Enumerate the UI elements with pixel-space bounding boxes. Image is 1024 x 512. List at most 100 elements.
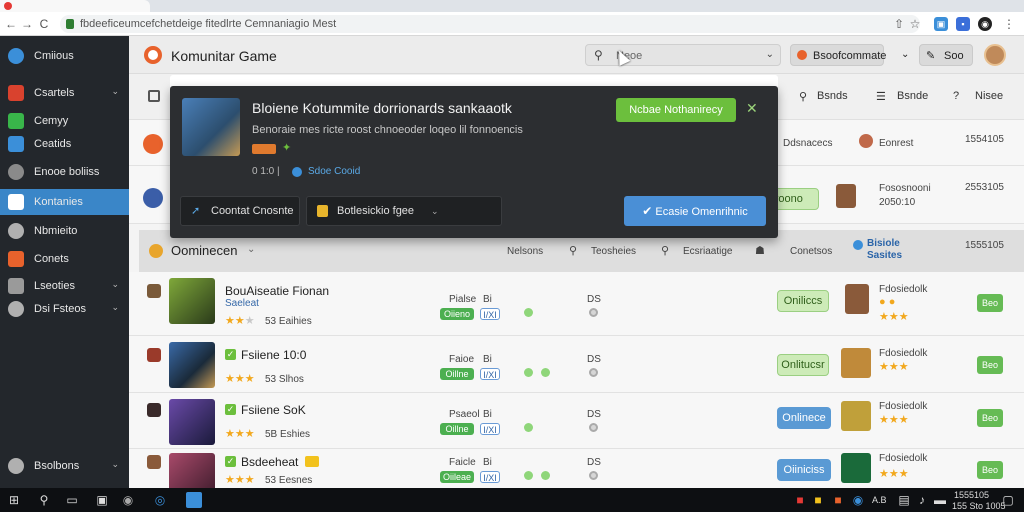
search-icon[interactable]: ⚲ xyxy=(36,492,52,508)
task-view-icon[interactable]: ▭ xyxy=(64,492,80,508)
profile-icon[interactable]: ◉ xyxy=(978,17,992,31)
filter-button[interactable]: Botlesickio fgee ⌄ xyxy=(306,196,502,226)
radio-icon[interactable] xyxy=(589,423,598,432)
volume-icon[interactable]: ♪ xyxy=(914,492,930,508)
star-rating: ★★★ xyxy=(225,315,255,327)
sidebar-item-details[interactable]: Ceatids xyxy=(0,131,129,157)
toolbar-item[interactable]: Nisee xyxy=(975,90,1003,102)
sidebar-item-members[interactable]: Nbmieito xyxy=(0,218,129,244)
chevron-down-icon: ⌄ xyxy=(111,302,119,312)
share-icon[interactable]: ⇧ xyxy=(892,17,906,31)
column-header[interactable]: Nelsons xyxy=(507,246,543,257)
chevron-down-icon[interactable]: ⌄ xyxy=(766,49,774,60)
action-button[interactable]: Beo xyxy=(977,294,1003,312)
sidebar-item-charts[interactable]: Csartels ⌄ xyxy=(0,80,129,106)
table-row[interactable]: ✓ Fsiiene SoK ★★★ 5B Eshies Psaeol Bi Oi… xyxy=(129,393,1024,449)
battery-icon[interactable]: ▬ xyxy=(932,492,948,508)
tray-icon[interactable]: ■ xyxy=(830,492,846,508)
game-thumbnail[interactable] xyxy=(169,342,215,388)
primary-header-button[interactable]: Bsoofcommate xyxy=(790,44,886,66)
avatar xyxy=(143,134,163,154)
start-windows-icon[interactable]: ⊞ xyxy=(6,492,22,508)
confirm-button[interactable]: ✔ Ecasie Omenrihnic xyxy=(624,196,766,226)
radio-icon[interactable] xyxy=(589,471,598,480)
clock-date[interactable]: 155 Sto 1005 xyxy=(952,501,1006,511)
sidebar-item-features[interactable]: Dsi Fsteos ⌄ xyxy=(0,296,129,322)
contact-button[interactable]: ➚ Coontat Cnosnte xyxy=(180,196,300,226)
network-icon[interactable]: ▤ xyxy=(896,492,912,508)
chat-icon xyxy=(8,164,24,180)
game-thumbnail[interactable] xyxy=(169,278,215,324)
tray-icon[interactable]: ◉ xyxy=(850,492,866,508)
sidebar-item-label: Nbmieito xyxy=(34,225,78,237)
search-tool-icon[interactable]: ⚲ xyxy=(799,90,807,103)
online-button[interactable]: Onlinece xyxy=(777,407,831,429)
url-text: fbdeeficeumcefchetdeige fitedlrte Cemnan… xyxy=(80,18,337,30)
tray-icon[interactable]: ■ xyxy=(792,492,808,508)
search-icon[interactable]: ⚲ xyxy=(569,244,577,257)
game-title[interactable]: Fsiiene 10:0 xyxy=(241,348,306,362)
avatar[interactable] xyxy=(984,44,1006,66)
column-header[interactable]: Bisiole Sasites xyxy=(867,238,915,262)
sidebar-item-contacts[interactable]: Kontanies xyxy=(0,189,129,215)
browser-tab[interactable] xyxy=(0,0,150,12)
game-thumbnail[interactable] xyxy=(182,98,240,156)
close-icon[interactable]: ✕ xyxy=(746,100,758,117)
clock-time[interactable]: 1555105 xyxy=(954,490,989,500)
folder-icon xyxy=(317,205,328,217)
extension-icon[interactable]: ▪ xyxy=(956,17,970,31)
chevron-down-icon[interactable]: ⌄ xyxy=(901,49,909,60)
tray-icon[interactable]: ■ xyxy=(810,492,826,508)
toolbar-item[interactable]: Bsnds xyxy=(817,90,848,102)
menu-kebab-icon[interactable]: ⋮ xyxy=(1002,17,1016,31)
extension-icon[interactable]: ▣ xyxy=(934,17,948,31)
url-bar[interactable]: fbdeeficeumcefchetdeige fitedlrte Cemnan… xyxy=(60,15,920,33)
action-button[interactable]: Beo xyxy=(977,409,1003,427)
multitask-icon[interactable]: ▣ xyxy=(94,492,110,508)
online-button[interactable]: Oiiniciss xyxy=(777,459,831,481)
popup-link[interactable]: Sdoe Cooid xyxy=(308,166,360,177)
action-button[interactable]: Beo xyxy=(977,356,1003,374)
accept-button[interactable]: Ncbae Nothanirecy xyxy=(616,98,736,122)
character-icon xyxy=(836,184,856,208)
reload-button[interactable]: C xyxy=(37,17,51,31)
browser-icon[interactable]: ◎ xyxy=(152,492,168,508)
search-icon[interactable]: ⚲ xyxy=(661,244,669,257)
character-icon xyxy=(841,401,871,431)
radio-icon[interactable] xyxy=(589,308,598,317)
column-header[interactable]: Conetsos xyxy=(790,246,832,257)
secondary-header-button[interactable]: ✎ Soo xyxy=(919,44,973,66)
back-button[interactable]: ← xyxy=(4,17,18,31)
sidebar-item-bottles[interactable]: Enooe boliiss xyxy=(0,159,129,185)
basket-icon[interactable]: ☗ xyxy=(755,244,765,257)
game-title[interactable]: BouAiseatie Fionan xyxy=(225,284,329,298)
star-rating: ★★★ xyxy=(879,414,909,426)
filter-icon[interactable] xyxy=(148,90,160,102)
game-title[interactable]: Bsdeeheat xyxy=(241,455,298,469)
online-button[interactable]: Onlitucsr xyxy=(777,354,829,376)
action-button[interactable]: Beo xyxy=(977,461,1003,479)
column-header[interactable]: Teosheies xyxy=(591,246,636,257)
list-icon[interactable]: ☰ xyxy=(876,90,886,103)
sidebar-item-buttons[interactable]: Bsolbons ⌄ xyxy=(0,453,129,479)
sidebar-item-home[interactable]: Cmiious xyxy=(0,43,129,69)
radio-icon[interactable] xyxy=(589,368,598,377)
table-row[interactable]: ✓ Bsdeeheat ★★★ 53 Eesnes Faicle Bi Oiil… xyxy=(129,449,1024,499)
sidebar-item-concerts[interactable]: Conets xyxy=(0,246,129,272)
app-icon[interactable] xyxy=(186,492,202,508)
forward-button[interactable]: → xyxy=(20,17,34,31)
bookmark-star-icon[interactable]: ☆ xyxy=(908,17,922,31)
table-row[interactable]: ✓ Fsiiene 10:0 ★★★ 53 Slhos Faioe Bi Oil… xyxy=(129,336,1024,393)
app-icon[interactable]: ◉ xyxy=(120,492,136,508)
avatar xyxy=(147,348,161,362)
chevron-down-icon[interactable]: ⌄ xyxy=(247,244,255,255)
online-button[interactable]: Oniliccs xyxy=(777,290,829,312)
notification-icon[interactable]: ▢ xyxy=(1000,492,1016,508)
game-thumbnail[interactable] xyxy=(169,399,215,445)
toolbar-item[interactable]: Bsnde xyxy=(897,90,928,102)
table-row[interactable]: BouAiseatie Fionan Saeleat ★★★ 53 Eaihie… xyxy=(129,272,1024,336)
column-header[interactable]: Ecsriaatige xyxy=(683,246,732,257)
game-title[interactable]: Fsiiene SoK xyxy=(241,403,306,417)
help-icon[interactable]: ? xyxy=(953,90,959,102)
notification-popup: Bloiene Kotummite dorrionards sankaaotk … xyxy=(170,86,778,238)
